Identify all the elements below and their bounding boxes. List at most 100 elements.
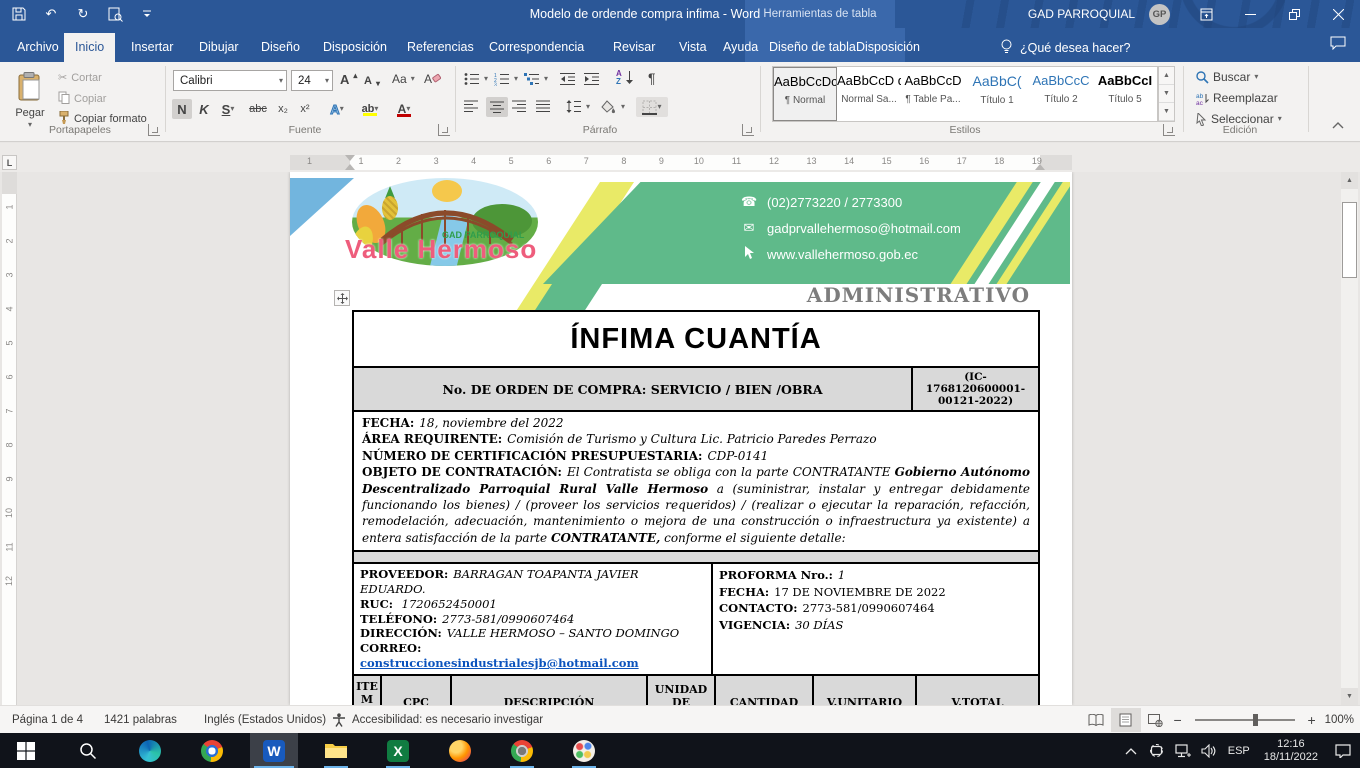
bold-button[interactable]: N <box>172 99 192 119</box>
right-indent-marker[interactable] <box>1035 164 1045 170</box>
tab-revisar[interactable]: Revisar <box>602 33 666 62</box>
tab-dibujar[interactable]: Dibujar <box>188 33 250 62</box>
paragraph-dialog-launcher-icon[interactable] <box>742 124 754 136</box>
styles-scroll-down-icon[interactable]: ▼ <box>1159 85 1174 103</box>
strikethrough-button[interactable]: abc <box>245 99 271 119</box>
read-mode-icon[interactable] <box>1081 708 1111 732</box>
shrink-font-button[interactable]: A▾ <box>364 73 380 88</box>
change-case-button[interactable]: Aa▾ <box>392 72 415 86</box>
language-indicator[interactable]: Inglés (Estados Unidos) <box>198 706 332 734</box>
styles-scroll-up-icon[interactable]: ▲ <box>1159 67 1174 85</box>
increase-indent-button[interactable] <box>584 72 600 86</box>
clear-formatting-button[interactable]: A <box>424 71 441 86</box>
styles-more-icon[interactable]: ▼ <box>1159 103 1174 121</box>
zoom-level[interactable]: 100% <box>1319 706 1360 734</box>
collapse-ribbon-icon[interactable] <box>1332 120 1344 132</box>
customize-qat-icon[interactable] <box>138 5 156 23</box>
find-button[interactable]: Buscar ▾ <box>1196 70 1258 84</box>
paste-button[interactable]: Pegar ▾ <box>8 68 52 132</box>
taskbar-paint[interactable] <box>560 733 608 768</box>
web-layout-icon[interactable] <box>1141 708 1171 732</box>
hanging-indent-marker[interactable] <box>345 164 355 170</box>
volume-icon[interactable] <box>1196 744 1222 758</box>
order-details-cell[interactable]: FECHA:18, noviembre del 2022 ÁREA REQUIR… <box>354 410 1038 550</box>
proforma-cell[interactable]: PROFORMA Nro.:1 FECHA:17 DE NOVIEMBRE DE… <box>713 564 1038 674</box>
tab-insertar[interactable]: Insertar <box>120 33 184 62</box>
tab-diseno[interactable]: Diseño <box>250 33 311 62</box>
ribbon-display-options-icon[interactable] <box>1184 0 1228 28</box>
taskbar-edge[interactable] <box>126 733 174 768</box>
taskbar-word[interactable]: W <box>250 733 298 768</box>
restore-button[interactable] <box>1272 0 1316 28</box>
word-count[interactable]: 1421 palabras <box>98 706 183 734</box>
tell-me-box[interactable]: ¿Qué desea hacer? <box>1000 33 1131 62</box>
sync-icon[interactable] <box>1144 744 1170 758</box>
subscript-button[interactable]: x₂ <box>273 99 293 119</box>
underline-button[interactable]: S ▾ <box>215 99 241 119</box>
vertical-ruler[interactable]: 123456789101112 <box>2 172 17 705</box>
tab-archivo[interactable]: Archivo <box>6 33 70 62</box>
first-line-indent-marker[interactable] <box>345 155 355 161</box>
font-dialog-launcher-icon[interactable] <box>438 124 450 136</box>
taskbar-chrome-profile[interactable] <box>498 733 546 768</box>
line-spacing-button[interactable]: ▾ <box>566 100 590 113</box>
save-icon[interactable] <box>10 5 28 23</box>
undo-icon[interactable]: ↶ <box>42 5 60 23</box>
account-name[interactable]: GAD PARROQUIAL <box>1028 0 1135 28</box>
feedback-icon[interactable] <box>1330 36 1346 55</box>
taskbar-search-button[interactable] <box>64 733 112 768</box>
close-button[interactable] <box>1316 0 1360 28</box>
scroll-down-icon[interactable]: ▼ <box>1341 688 1358 705</box>
italic-button[interactable]: K <box>195 99 213 119</box>
taskbar-firefox[interactable] <box>436 733 484 768</box>
style-titulo-1[interactable]: AaBbC( Título 1 <box>965 67 1029 121</box>
scroll-up-icon[interactable]: ▲ <box>1341 172 1358 189</box>
tab-inicio[interactable]: Inicio <box>64 33 115 62</box>
table-move-handle[interactable] <box>334 290 350 306</box>
grow-font-button[interactable]: A▴ <box>340 72 357 87</box>
print-preview-icon[interactable] <box>106 5 124 23</box>
shading-button[interactable]: ▾ <box>600 100 625 114</box>
zoom-out-icon[interactable]: − <box>1171 712 1185 728</box>
taskbar-excel[interactable]: X <box>374 733 422 768</box>
styles-dialog-launcher-icon[interactable] <box>1163 124 1175 136</box>
taskbar-explorer[interactable] <box>312 733 360 768</box>
accessibility-status[interactable]: Accesibilidad: es necesario investigar <box>326 706 549 734</box>
bullets-button[interactable]: ▾ <box>464 72 488 86</box>
tab-stop-selector[interactable]: L <box>2 155 17 170</box>
sort-button[interactable]: AZ <box>616 70 633 86</box>
tab-disposicion-tabla[interactable]: Disposición <box>845 33 931 62</box>
vertical-scrollbar[interactable]: ▲ ▼ <box>1341 172 1358 705</box>
style-table-pa[interactable]: AaBbCcD ¶ Table Pa... <box>901 67 965 121</box>
tab-referencias[interactable]: Referencias <box>396 33 485 62</box>
superscript-button[interactable]: x² <box>295 99 315 119</box>
align-center-button[interactable] <box>486 97 508 117</box>
provider-email-link[interactable]: construccionesindustrialesjb@hotmail.com <box>360 656 639 670</box>
text-effects-button[interactable]: A ▾ <box>324 99 350 119</box>
horizontal-ruler[interactable]: 1 12345678910111213141516171819 <box>290 155 1072 170</box>
borders-button[interactable]: ▾ <box>636 97 668 117</box>
redo-icon[interactable]: ↻ <box>74 5 92 23</box>
align-left-button[interactable] <box>464 100 479 113</box>
tab-vista[interactable]: Vista <box>668 33 718 62</box>
style-normal[interactable]: AaBbCcDc ¶ Normal <box>773 67 837 121</box>
align-right-button[interactable] <box>512 100 527 113</box>
network-icon[interactable] <box>1170 744 1196 758</box>
copy-button[interactable]: Copiar <box>58 91 106 107</box>
tab-disposicion[interactable]: Disposición <box>312 33 398 62</box>
font-size-combo[interactable]: 24▾ <box>291 70 333 91</box>
tab-correspondencia[interactable]: Correspondencia <box>478 33 595 62</box>
tray-expand-icon[interactable] <box>1118 747 1144 755</box>
clock[interactable]: 12:16 18/11/2022 <box>1256 738 1326 764</box>
clipboard-dialog-launcher-icon[interactable] <box>148 124 160 136</box>
style-titulo-5[interactable]: AaBbCcI Título 5 <box>1093 67 1157 121</box>
decrease-indent-button[interactable] <box>560 72 576 86</box>
zoom-slider[interactable] <box>1195 719 1295 721</box>
pilcrow-button[interactable]: ¶ <box>648 70 656 86</box>
replace-button[interactable]: abac Reemplazar <box>1196 91 1278 105</box>
action-center-icon[interactable] <box>1326 744 1360 758</box>
taskbar-chrome[interactable] <box>188 733 236 768</box>
document-page[interactable]: ☎ (02)2773220 / 2773300 ✉ gadprvalleherm… <box>290 172 1072 705</box>
zoom-slider-thumb[interactable] <box>1253 714 1258 726</box>
multilevel-list-button[interactable]: ▾ <box>524 72 548 86</box>
